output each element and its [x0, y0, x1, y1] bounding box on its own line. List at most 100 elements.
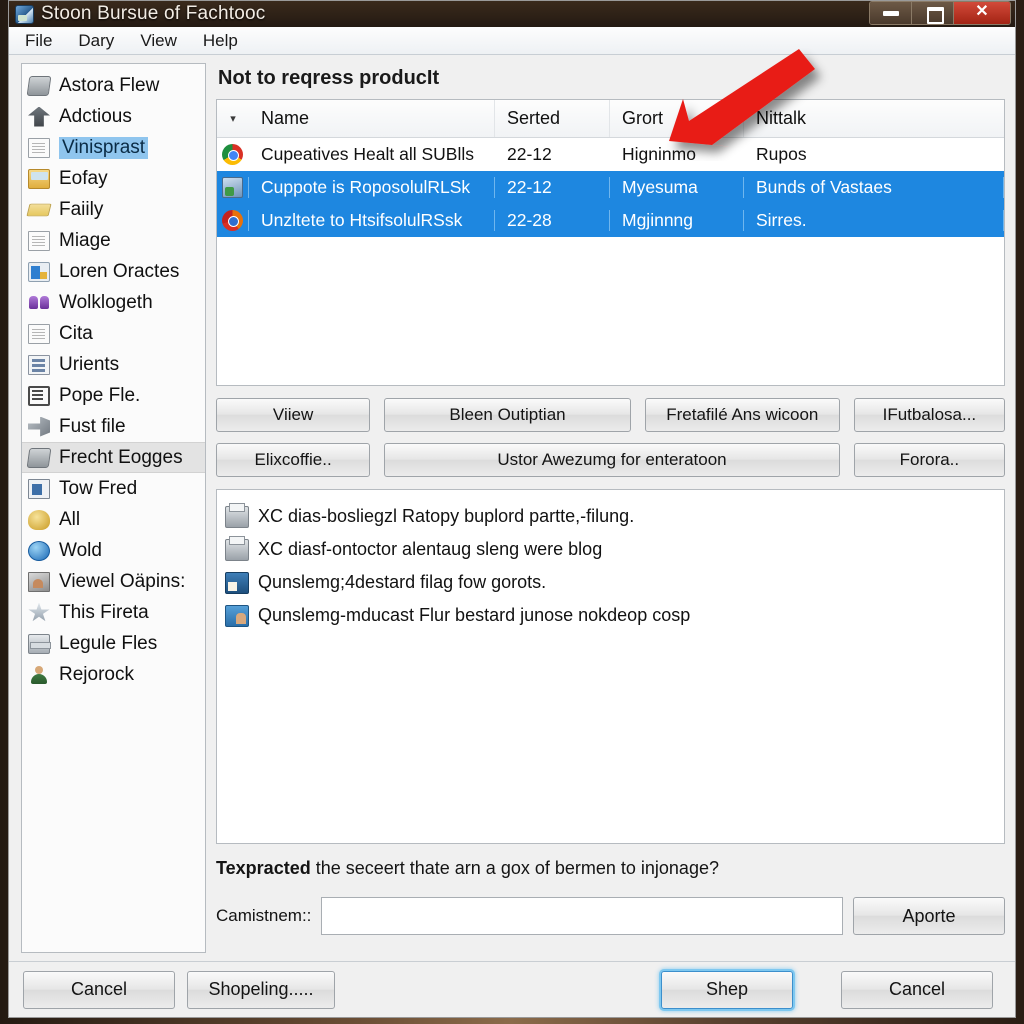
sidebar-item-label: Eofay [59, 167, 108, 189]
sidebar-item-frecht-eogges[interactable]: Frecht Eogges [22, 442, 205, 473]
sidebar-item-faiily[interactable]: Faiily [22, 194, 205, 225]
cell-serted: 22-28 [495, 210, 610, 231]
window-title: Stoon Bursue of Fachtooc [41, 3, 266, 24]
sidebar-item-label: Fust file [59, 415, 126, 437]
chrome-icon [222, 144, 243, 165]
cancel-button-left[interactable]: Cancel [23, 970, 175, 1009]
store-icon [225, 571, 249, 594]
maximize-icon[interactable] [912, 2, 954, 24]
list-item[interactable]: XC diasf-ontoctor alentaug sleng were bl… [225, 533, 1004, 566]
window-controls [869, 1, 1011, 25]
chevron-down-icon: ▾ [230, 113, 236, 125]
sidebar-item-this-fireta[interactable]: This Fireta [22, 597, 205, 628]
sidebar-item-vinisprast[interactable]: Vinisprast [22, 132, 205, 163]
sidebar-item-legule-fles[interactable]: Legule Fles [22, 628, 205, 659]
input-label: Camistnem:: [216, 906, 312, 925]
sidebar-item-label: Loren Oractes [59, 260, 180, 282]
row-icon-cell [217, 177, 249, 198]
person-icon [28, 665, 50, 685]
sidebar-item-all[interactable]: All [22, 504, 205, 535]
view-button[interactable]: Viiew [216, 398, 371, 432]
bleen-outiptian-button[interactable]: Bleen Outiptian [384, 398, 631, 432]
row-icon-cell [217, 144, 249, 165]
camistnem-input[interactable] [321, 897, 843, 935]
mail-icon [28, 168, 50, 189]
sidebar-item-label: Faiily [59, 198, 104, 220]
question-text: Texpracted the seceert thate arn a gox o… [216, 858, 1005, 879]
list-item[interactable]: Qunslemg;4destard filag fow gorots. [225, 566, 1004, 599]
sidebar-item-label: Pope Fle. [59, 384, 141, 406]
cell-grort: Higninmo [622, 144, 696, 164]
close-icon[interactable] [954, 2, 1010, 24]
sidebar-item-tow-fred[interactable]: Tow Fred [22, 473, 205, 504]
people-icon [28, 293, 50, 313]
list-item[interactable]: XC dias-bosliegzl Ratopy buplord partte,… [225, 500, 1004, 533]
sidebar-item-loren-oractes[interactable]: Loren Oractes [22, 256, 205, 287]
scanner-icon [26, 75, 52, 96]
ifutbalosa-button[interactable]: IFutbalosa... [853, 398, 1005, 432]
cell-nittalk: Sirres. [744, 210, 1004, 231]
table-row[interactable]: Cupeatives Healt all SUBlls 22-12 Hignin… [217, 138, 1004, 171]
sidebar-item-pope-fle[interactable]: Pope Fle. [22, 380, 205, 411]
menu-item-file[interactable]: File [25, 31, 52, 51]
cell-serted: 22-12 [507, 144, 552, 164]
sidebar-item-label: Vinisprast [59, 136, 149, 159]
question-rest: the seceert thate arn a gox of bermen to… [310, 858, 719, 878]
sidebar-item-viewel-oapins[interactable]: Viewel Oäpins: [22, 566, 205, 597]
sidebar-item-eofay[interactable]: Eofay [22, 163, 205, 194]
column-header-serted[interactable]: Serted [495, 100, 610, 137]
menu-item-view[interactable]: View [140, 31, 177, 51]
aporte-button[interactable]: Aporte [853, 897, 1005, 935]
table-row[interactable]: Cuppote is RoposolulRLSk 22-12 Myesuma B… [217, 171, 1004, 204]
menu-item-help[interactable]: Help [203, 31, 238, 51]
minimize-icon[interactable] [870, 2, 912, 24]
column-header-grort[interactable]: Grort [610, 100, 744, 137]
column-header-nittalk[interactable]: Nittalk [744, 100, 1004, 137]
list-item[interactable]: Qunslemg-mducast Flur bestard junose nok… [225, 599, 1004, 632]
sidebar-item-adctious[interactable]: Adctious [22, 101, 205, 132]
column-header-name[interactable]: Name [249, 100, 495, 137]
elixcoffie-button[interactable]: Elixcoffie.. [216, 443, 371, 477]
list-item-label: Qunslemg;4destard filag fow gorots. [258, 572, 547, 592]
folder-icon [26, 203, 52, 216]
sidebar-item-rejorock[interactable]: Rejorock [22, 659, 205, 690]
sidebar-item-astora-flew[interactable]: Astora Flew [22, 70, 205, 101]
menu-item-dary[interactable]: Dary [78, 31, 114, 51]
shep-button[interactable]: Shep [661, 970, 793, 1009]
sidebar-item-urients[interactable]: Urients [22, 349, 205, 380]
page-title: Not to reqress producIt [218, 67, 440, 89]
wrench-icon [28, 416, 50, 437]
sidebar-item-label: Miage [59, 229, 111, 251]
sidebar-item-cita[interactable]: Cita [22, 318, 205, 349]
sidebar-item-label: Wold [59, 539, 102, 561]
cell-serted: 22-12 [495, 177, 610, 198]
sidebar-item-label: Viewel Oäpins: [59, 570, 186, 592]
arrow-up-icon [28, 106, 50, 127]
column-sort-indicator[interactable]: ▾ [217, 100, 249, 137]
sidebar-item-label: This Fireta [59, 601, 149, 623]
detail-list[interactable]: XC dias-bosliegzl Ratopy buplord partte,… [216, 489, 1005, 844]
cancel-button-right[interactable]: Cancel [841, 970, 993, 1009]
ustor-awezumg-button[interactable]: Ustor Awezumg for enteratoon [384, 443, 840, 477]
shopeling-button[interactable]: Shopeling..... [187, 970, 335, 1009]
sidebar-item-miage[interactable]: Miage [22, 225, 205, 256]
row-icon-cell [217, 210, 249, 231]
chrome-alt-icon [222, 210, 243, 231]
table-row[interactable]: Unzltete to HtsifsolulRSsk 22-28 Mgjinnn… [217, 204, 1004, 237]
printer-icon [225, 535, 249, 561]
table-header-row: ▾ Name Serted Grort Nittalk [217, 100, 1004, 138]
notes-icon [28, 385, 50, 406]
sidebar-list[interactable]: Astora Flew Adctious Vinisprast Eofay Fa… [21, 63, 206, 953]
sidebar-item-fust-file[interactable]: Fust file [22, 411, 205, 442]
star-icon [28, 602, 50, 622]
sidebar-item-wolklogeth[interactable]: Wolklogeth [22, 287, 205, 318]
title-bar: Stoon Bursue of Fachtooc [9, 1, 1015, 27]
fretafile-button[interactable]: Fretafilé Ans wicoon [644, 398, 840, 432]
sidebar-item-wold[interactable]: Wold [22, 535, 205, 566]
printer-icon [225, 502, 249, 528]
sidebar-item-label: Wolklogeth [59, 291, 153, 313]
action-button-grid: Viiew Bleen Outiptian Fretafilé Ans wico… [216, 398, 1005, 477]
forora-button[interactable]: Forora.. [853, 443, 1005, 477]
press-icon [28, 633, 51, 654]
items-table[interactable]: ▾ Name Serted Grort Nittalk Cupeatives H… [216, 99, 1005, 386]
